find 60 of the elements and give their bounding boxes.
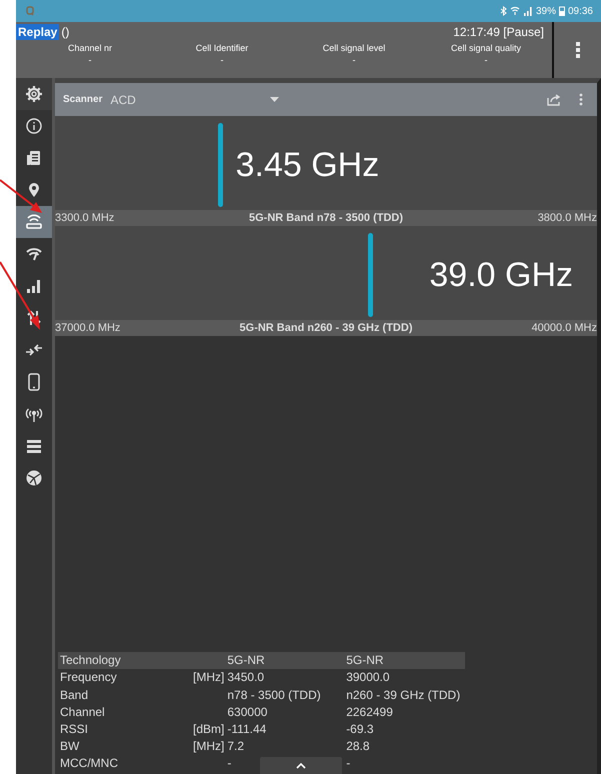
- dropdown-caret-icon[interactable]: [270, 97, 280, 102]
- column-value: -: [220, 54, 224, 66]
- column-label: Cell signal quality: [450, 42, 522, 54]
- clock: 09:36: [568, 6, 593, 16]
- band-name: 5G-NR Band n260 - 39 GHz (TDD): [238, 322, 414, 334]
- router-icon[interactable]: [16, 206, 52, 238]
- column-value: -: [352, 54, 356, 66]
- battery-percent: 39%: [536, 6, 556, 16]
- annotation-arrow: [0, 261, 40, 330]
- replay-suffix: (): [61, 25, 70, 39]
- replay-time: 12:17:49 [Pause]: [453, 25, 544, 39]
- table-cell: -111.44: [227, 722, 266, 736]
- row-label: Band: [60, 688, 90, 702]
- bluetooth-icon: [500, 6, 507, 16]
- row-label: MCC/MNC: [60, 756, 119, 770]
- row-label: RSSI: [60, 722, 90, 736]
- row-label: Channel: [60, 704, 106, 719]
- column-label: Channel nr: [68, 42, 112, 54]
- notification-icon: [26, 6, 34, 16]
- frequency-reading: 39.0 GHz: [429, 256, 573, 295]
- table-cell: 28.8: [346, 739, 370, 754]
- band-high-frequency: 3800.0 MHz: [536, 212, 597, 224]
- table-cell: 630000: [227, 704, 268, 719]
- table-cell: n78 - 3500 (TDD): [227, 688, 321, 702]
- unit-label: [MHz]: [193, 739, 224, 754]
- table-cell: 39000.0: [346, 670, 390, 684]
- caret-icon: [296, 762, 306, 768]
- column-label: Cell signal level: [322, 42, 386, 54]
- row-label: Frequency: [60, 670, 118, 684]
- column-label: Cell Identifier: [196, 42, 248, 54]
- scanner-title: Scanner: [63, 94, 102, 105]
- table-cell: -69.3: [346, 722, 374, 736]
- mode-dropdown[interactable]: ACD: [110, 92, 250, 106]
- row-label: BW: [60, 739, 80, 754]
- more-menu-icon[interactable]: [579, 93, 583, 106]
- table-cell: 5G-NR: [346, 653, 384, 668]
- table-cell: 2262499: [346, 704, 393, 719]
- replay-label[interactable]: Replay: [16, 24, 60, 40]
- gear-icon[interactable]: [16, 78, 52, 110]
- column-value: -: [484, 54, 488, 66]
- table-cell: 3450.0: [227, 670, 264, 684]
- band-low-frequency: 37000.0 MHz: [55, 322, 122, 334]
- row-label: Technology: [60, 653, 122, 668]
- wifi-icon: [510, 6, 520, 16]
- band-high-frequency: 40000.0 MHz: [530, 322, 597, 334]
- table-cell: n260 - 39 GHz (TDD): [346, 688, 460, 702]
- battery-icon: [558, 6, 565, 16]
- table-cell: 5G-NR: [227, 653, 265, 668]
- frequency-reading: 3.45 GHz: [236, 146, 380, 185]
- unit-label: [MHz]: [193, 670, 224, 684]
- signal-icon: [522, 6, 533, 16]
- annotation-arrow: [0, 179, 42, 213]
- column-value: -: [88, 54, 92, 66]
- table-cell: -: [227, 756, 232, 770]
- share-icon[interactable]: [547, 94, 561, 106]
- band-name: 5G-NR Band n78 - 3500 (TDD): [248, 212, 404, 224]
- table-cell: -: [346, 756, 350, 770]
- unit-label: [dBm]: [193, 722, 224, 736]
- table-cell: 7.2: [227, 739, 244, 754]
- band-low-frequency: 3300.0 MHz: [55, 212, 116, 224]
